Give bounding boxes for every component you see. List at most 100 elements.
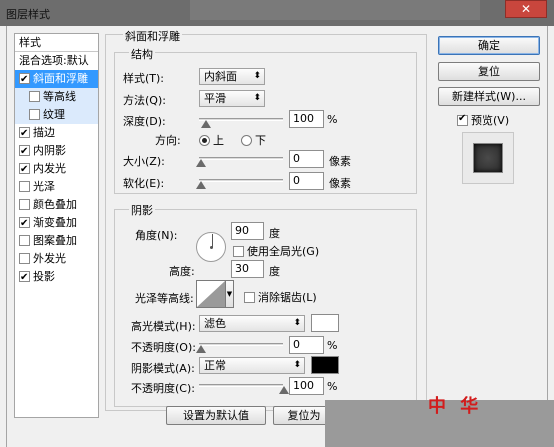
- style-list-item[interactable]: 混合选项:默认: [15, 52, 98, 70]
- depth-unit: %: [327, 113, 338, 126]
- checkbox-checked-icon[interactable]: [19, 269, 30, 287]
- style-list-item[interactable]: 渐变叠加: [15, 214, 98, 233]
- depth-slider-thumb[interactable]: [201, 120, 211, 128]
- size-slider-thumb[interactable]: [196, 159, 206, 167]
- preview-label: 预览(V): [471, 114, 510, 127]
- new-style-button[interactable]: 新建样式(W)...: [438, 87, 540, 106]
- style-list-item[interactable]: 纹理: [15, 106, 98, 124]
- checkbox-checked-icon[interactable]: [19, 161, 30, 179]
- style-list-item-label: 混合选项:默认: [19, 54, 89, 67]
- checkbox-icon[interactable]: [19, 253, 30, 264]
- checkbox-icon[interactable]: [19, 199, 30, 210]
- updown-icon: ⬍: [293, 360, 301, 370]
- title-bar: 图层样式 ✕: [0, 0, 554, 26]
- size-slider[interactable]: [199, 157, 283, 160]
- highlight-opacity-unit: %: [327, 339, 338, 352]
- style-list-item-label: 外发光: [33, 252, 66, 265]
- style-list-item[interactable]: 投影: [15, 268, 98, 287]
- shadow-color-swatch[interactable]: [311, 356, 339, 374]
- depth-slider[interactable]: [199, 118, 283, 121]
- direction-up-label: 上: [213, 134, 224, 147]
- size-label: 大小(Z):: [123, 155, 165, 168]
- soften-label: 软化(E):: [123, 177, 165, 190]
- style-list-item[interactable]: 内阴影: [15, 142, 98, 161]
- highlight-color-swatch[interactable]: [311, 314, 339, 332]
- style-list-item[interactable]: 颜色叠加: [15, 196, 98, 214]
- styles-list-header[interactable]: 样式: [15, 34, 98, 52]
- updown-icon: ⬍: [253, 93, 261, 103]
- window-title: 图层样式: [6, 8, 50, 21]
- style-list-item[interactable]: 斜面和浮雕: [15, 70, 98, 89]
- contour-curve-icon: [197, 281, 225, 307]
- shadow-opacity-thumb[interactable]: [279, 386, 289, 394]
- shadow-mode-select[interactable]: 正常 ⬍: [199, 357, 305, 374]
- altitude-input[interactable]: 30: [231, 260, 264, 278]
- angle-dial[interactable]: [196, 232, 226, 262]
- gloss-contour-picker[interactable]: [196, 280, 226, 308]
- soften-slider-thumb[interactable]: [196, 181, 206, 189]
- style-select[interactable]: 内斜面 ⬍: [199, 68, 265, 85]
- checkbox-checked-icon[interactable]: [19, 143, 30, 161]
- styles-list: 样式 混合选项:默认斜面和浮雕等高线纹理描边内阴影内发光光泽颜色叠加渐变叠加图案…: [14, 33, 99, 418]
- shadow-opacity-unit: %: [327, 380, 338, 393]
- style-list-item-label: 内阴影: [33, 144, 66, 157]
- checkbox-icon[interactable]: [29, 91, 40, 102]
- structure-title: 结构: [129, 46, 155, 62]
- altitude-unit: 度: [269, 265, 280, 278]
- contour-dropdown-button[interactable]: ▼: [226, 280, 234, 308]
- shading-title: 阴影: [129, 202, 155, 218]
- direction-up-option[interactable]: 上: [199, 132, 224, 148]
- checkbox-checked-icon[interactable]: [19, 215, 30, 233]
- highlight-opacity-input[interactable]: 0: [289, 336, 324, 354]
- direction-down-option[interactable]: 下: [241, 132, 266, 148]
- checkbox-icon: [244, 292, 255, 303]
- reset-button[interactable]: 复位: [438, 62, 540, 81]
- preview-option[interactable]: 预览(V): [457, 112, 509, 128]
- shadow-opacity-input[interactable]: 100: [289, 377, 324, 395]
- style-preview-thumbnail: [462, 132, 514, 184]
- style-list-item-label: 颜色叠加: [33, 198, 77, 211]
- highlight-mode-value: 滤色: [204, 317, 226, 330]
- global-light-option[interactable]: 使用全局光(G): [233, 243, 319, 259]
- preview-swatch: [473, 143, 503, 173]
- shadow-mode-label: 阴影模式(A):: [131, 362, 195, 375]
- style-list-item-label: 等高线: [43, 90, 76, 103]
- layer-style-dialog: 样式 混合选项:默认斜面和浮雕等高线纹理描边内阴影内发光光泽颜色叠加渐变叠加图案…: [6, 26, 548, 447]
- checkbox-icon[interactable]: [29, 109, 40, 120]
- radio-on-icon: [199, 135, 210, 146]
- highlight-opacity-slider[interactable]: [199, 343, 283, 346]
- bevel-emboss-title: 斜面和浮雕: [123, 28, 182, 44]
- style-list-item-label: 投影: [33, 270, 55, 283]
- gloss-contour-label: 光泽等高线:: [135, 292, 194, 305]
- style-list-item[interactable]: 图案叠加: [15, 232, 98, 250]
- checkbox-icon[interactable]: [19, 235, 30, 246]
- style-list-item[interactable]: 外发光: [15, 250, 98, 268]
- soften-slider[interactable]: [199, 179, 283, 182]
- checkbox-icon[interactable]: [19, 181, 30, 192]
- checkbox-icon: [233, 246, 244, 257]
- style-list-item-label: 内发光: [33, 162, 66, 175]
- close-button[interactable]: ✕: [505, 0, 547, 18]
- style-label: 样式(T):: [123, 72, 165, 85]
- make-default-button[interactable]: 设置为默认值: [166, 406, 266, 425]
- size-input[interactable]: 0: [289, 150, 324, 168]
- anti-alias-option[interactable]: 消除锯齿(L): [244, 289, 317, 305]
- style-list-item[interactable]: 光泽: [15, 178, 98, 196]
- style-list-item[interactable]: 描边: [15, 124, 98, 143]
- highlight-opacity-thumb[interactable]: [196, 345, 206, 353]
- depth-label: 深度(D):: [123, 115, 166, 128]
- depth-input[interactable]: 100: [289, 110, 324, 128]
- style-list-item-label: 斜面和浮雕: [33, 72, 88, 85]
- style-list-item[interactable]: 内发光: [15, 160, 98, 179]
- highlight-mode-select[interactable]: 滤色 ⬍: [199, 315, 305, 332]
- updown-icon: ⬍: [253, 71, 261, 81]
- shadow-mode-value: 正常: [204, 359, 226, 372]
- style-list-item[interactable]: 等高线: [15, 88, 98, 106]
- soften-input[interactable]: 0: [289, 172, 324, 190]
- shadow-opacity-slider[interactable]: [199, 384, 283, 387]
- checkbox-checked-icon[interactable]: [19, 125, 30, 143]
- ok-button[interactable]: 确定: [438, 36, 540, 55]
- angle-input[interactable]: 90: [231, 222, 264, 240]
- checkbox-checked-icon[interactable]: [19, 71, 30, 89]
- method-select[interactable]: 平滑 ⬍: [199, 90, 265, 107]
